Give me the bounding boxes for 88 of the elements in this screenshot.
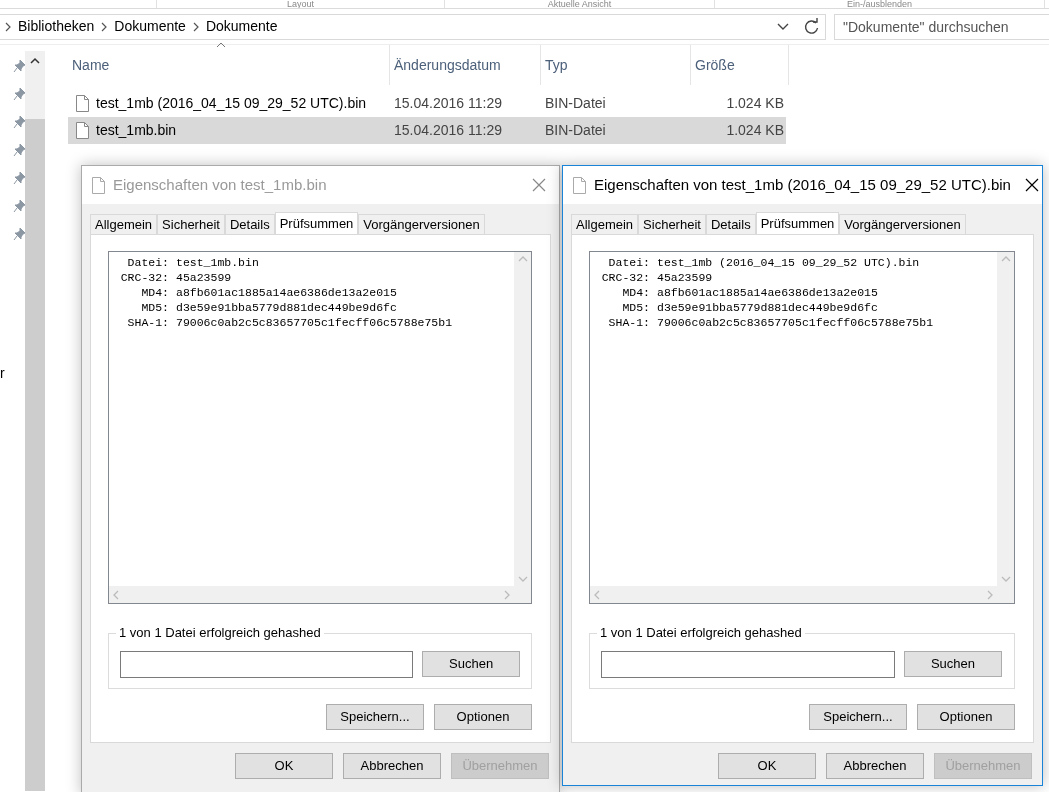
tab[interactable]: Prüfsummen	[274, 212, 359, 234]
search-button[interactable]: Suchen	[422, 651, 520, 677]
hash-value: a8fb601ac1885a14ae6386de13a2e015	[657, 285, 878, 300]
scroll-left-icon	[113, 589, 119, 600]
file-date: 15.04.2016 11:29	[393, 121, 503, 140]
hash-value: 79006c0ab2c5c83657705c1fecff06c5788e75b1	[657, 315, 934, 330]
tab[interactable]: Details	[705, 214, 756, 234]
scroll-left-icon	[594, 589, 600, 600]
document-icon	[92, 176, 105, 194]
file-size: 1.024 KB	[725, 94, 784, 113]
scroll-up-icon	[517, 256, 528, 262]
file-name: test_1mb.bin	[96, 121, 177, 140]
scroll-down-icon	[517, 576, 528, 582]
file-row[interactable]: test_1mb.bin 15.04.2016 11:29 BIN-Datei 1.024 KB	[68, 117, 786, 144]
tab[interactable]: Allgemein	[571, 214, 639, 234]
scroll-down-icon	[1000, 576, 1011, 582]
ribbon-group-label: Ein-/ausblenden	[715, 0, 1045, 8]
refresh-icon[interactable]	[803, 17, 821, 36]
file-date: 15.04.2016 11:29	[393, 94, 503, 113]
file-name: test_1mb (2016_04_15 09_29_52 UTC).bin	[96, 94, 367, 113]
dialog-button[interactable]: Abbrechen	[343, 753, 441, 779]
hash-value: a8fb601ac1885a14ae6386de13a2e015	[176, 285, 397, 300]
tab[interactable]: Vorgängerversionen	[839, 214, 966, 234]
chevron-icon	[100, 21, 109, 32]
hash-label: MD5:	[621, 300, 650, 315]
hash-value: 79006c0ab2c5c83657705c1fecff06c5788e75b1	[176, 315, 453, 330]
tab[interactable]: Sicherheit	[638, 214, 706, 234]
action-button[interactable]: Optionen	[917, 704, 1015, 730]
breadcrumb-item[interactable]: Dokumente	[205, 16, 278, 37]
hash-label: Datei:	[126, 255, 169, 270]
column-header[interactable]: Änderungsdatum	[390, 45, 541, 85]
tab[interactable]: Sicherheit	[157, 214, 225, 234]
hash-value: 45a23599	[657, 270, 713, 285]
group-label: 1 von 1 Datei erfolgreich gehashed	[597, 625, 805, 641]
hash-label: CRC-32:	[119, 270, 169, 285]
dialog-button[interactable]: OK	[235, 753, 333, 779]
nav-item-label[interactable]: r	[0, 363, 5, 384]
scroll-right-icon	[504, 589, 510, 600]
dialog-button[interactable]: OK	[718, 753, 816, 779]
scroll-right-icon	[987, 589, 993, 600]
ribbon-group-label: Aktuelle Ansicht	[445, 0, 715, 8]
hash-value: test_1mb (2016_04_15 09_29_52 UTC).bin	[657, 255, 920, 270]
dialog-button[interactable]: Abbrechen	[826, 753, 924, 779]
hash-label: CRC-32:	[600, 270, 650, 285]
search-button[interactable]: Suchen	[904, 651, 1002, 677]
file-row[interactable]: test_1mb (2016_04_15 09_29_52 UTC).bin 15.04.2016 11:29 BIN-Datei 1.024 KB	[68, 90, 786, 117]
checksum-text-area[interactable]: Datei: test_1mb (2016_04_15 09_29_52 UTC).bin CRC-32: 45a23599 MD4: a8fb601ac1885a14ae6386de13a2e015 MD5: d3e59e91bba5779d881dec449be9d6fc SHA-1: 79006c0ab2c5c83657705c1fecff06c5788e75b1	[589, 251, 1015, 604]
document-icon	[573, 176, 586, 194]
tab[interactable]: Details	[224, 214, 275, 234]
window-title: Eigenschaften von test_1mb.bin	[113, 174, 328, 195]
column-header[interactable]: Größe	[691, 45, 789, 85]
close-icon[interactable]	[1024, 178, 1039, 192]
group-label: 1 von 1 Datei erfolgreich gehashed	[116, 625, 324, 641]
chevron-icon	[191, 21, 200, 32]
hash-label: MD4:	[621, 285, 650, 300]
dropdown-icon	[777, 22, 789, 31]
action-button[interactable]: Speichern...	[809, 704, 907, 730]
search-field[interactable]	[120, 650, 414, 678]
scroll-up-icon	[1000, 256, 1011, 262]
hash-value: test_1mb.bin	[176, 255, 259, 270]
hash-value: 45a23599	[176, 270, 232, 285]
column-header[interactable]: Name	[68, 45, 390, 85]
checksum-text-area[interactable]: Datei: test_1mb.bin CRC-32: 45a23599 MD4: a8fb601ac1885a14ae6386de13a2e015 MD5: d3e59e91bba5779d881dec449be9d6fc SHA-1: 79006c0ab2c5c83657705c1fecff06c5788e75b1	[108, 251, 532, 604]
hash-label: MD4:	[140, 285, 169, 300]
scroll-up-icon	[30, 57, 40, 64]
hash-label: MD5:	[140, 300, 169, 315]
tab[interactable]: Allgemein	[90, 214, 158, 234]
hash-value: d3e59e91bba5779d881dec449be9d6fc	[657, 300, 878, 315]
file-size: 1.024 KB	[725, 121, 784, 140]
file-type: BIN-Datei	[544, 121, 607, 140]
ribbon-group-label: Layout	[157, 0, 445, 8]
action-button[interactable]: Optionen	[434, 704, 532, 730]
window-title: Eigenschaften von test_1mb (2016_04_15 09_29_52 UTC).bin	[594, 174, 1011, 195]
breadcrumb-item[interactable]: Dokumente	[114, 16, 186, 37]
hash-value: d3e59e91bba5779d881dec449be9d6fc	[176, 300, 397, 315]
hash-label: Datei:	[607, 255, 650, 270]
file-icon	[76, 95, 89, 112]
column-header[interactable]: Typ	[541, 45, 691, 85]
file-icon	[76, 122, 89, 139]
action-button[interactable]: Speichern...	[326, 704, 424, 730]
breadcrumb-item[interactable]: Bibliotheken	[18, 16, 95, 37]
tab[interactable]: Prüfsummen	[755, 212, 840, 234]
file-type: BIN-Datei	[544, 94, 607, 113]
chevron-icon	[4, 21, 12, 32]
tab[interactable]: Vorgängerversionen	[358, 214, 485, 234]
hash-label: SHA-1:	[126, 315, 169, 330]
search-field[interactable]	[601, 650, 895, 678]
hash-label: SHA-1:	[607, 315, 650, 330]
